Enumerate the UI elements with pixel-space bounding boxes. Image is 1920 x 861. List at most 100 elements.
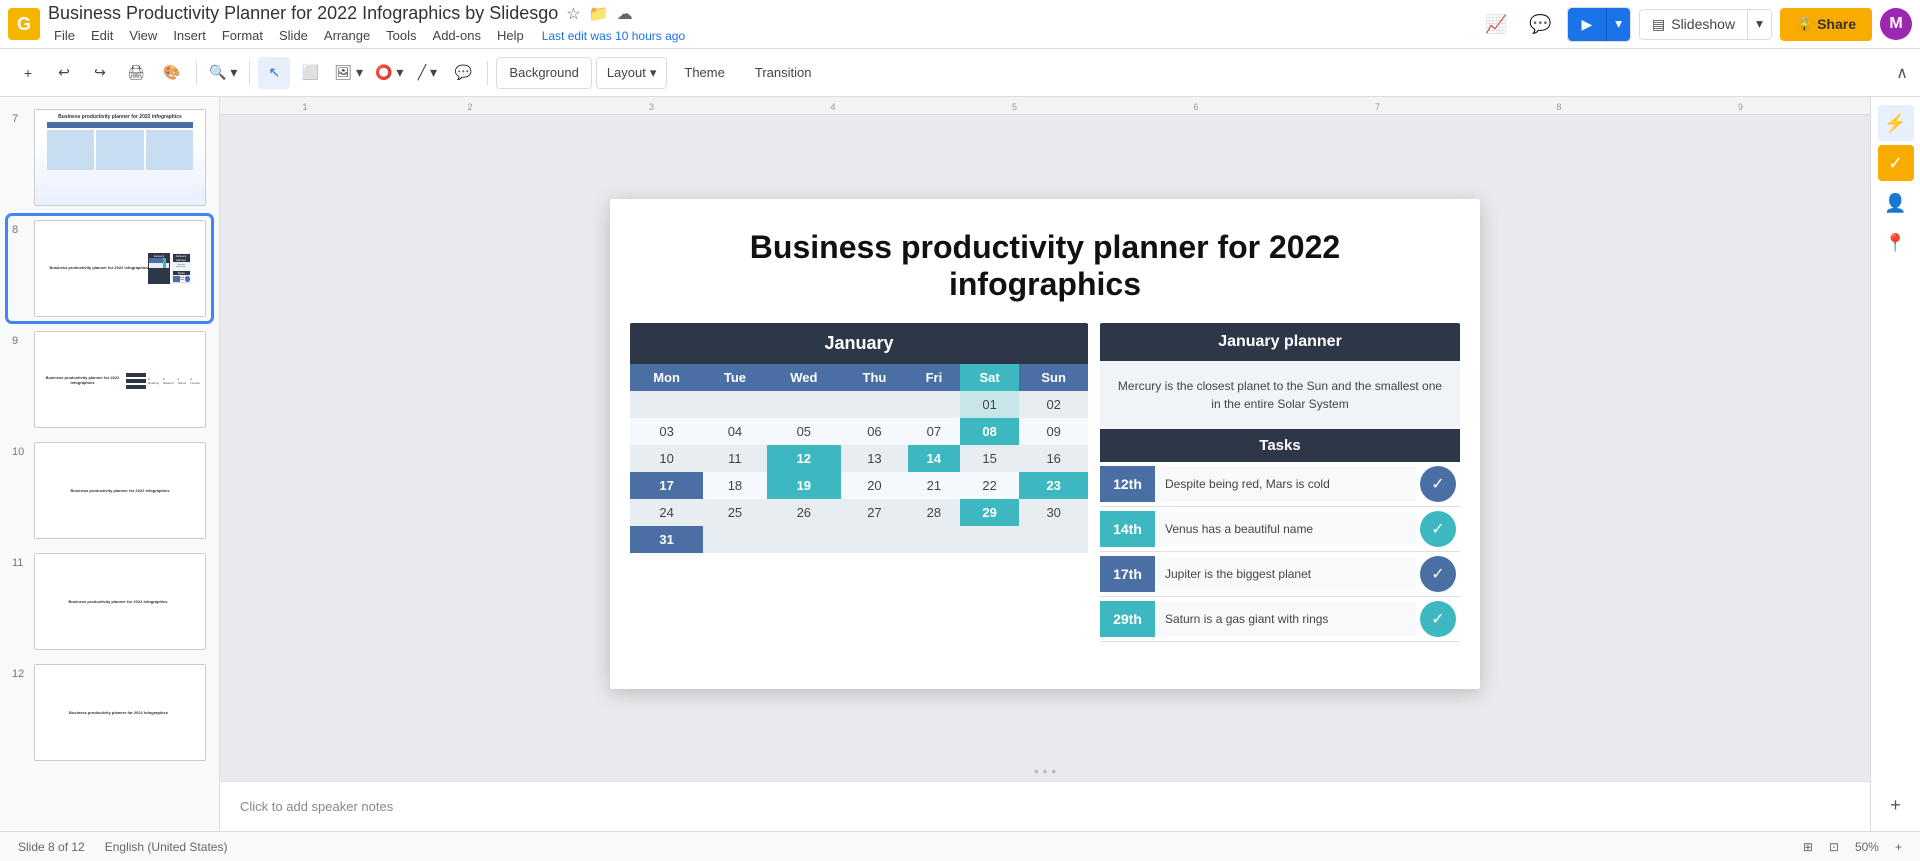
slide-thumb-11[interactable]: 11 Business productivity planner for 202…: [8, 549, 211, 654]
trending-icon-btn[interactable]: 📈: [1479, 6, 1515, 42]
present-dropdown[interactable]: ▾: [1606, 8, 1630, 41]
transition-button[interactable]: Transition: [742, 57, 825, 89]
slide-preview-12: Business productivity planner for 2022 i…: [34, 664, 206, 761]
grid-view-btn[interactable]: ⊞: [1797, 838, 1819, 856]
task-check-12: ✓: [1420, 466, 1456, 502]
right-panel-btn-3[interactable]: 👤: [1878, 185, 1914, 221]
menu-slide[interactable]: Slide: [273, 26, 314, 45]
slideshow-label: ▤ Slideshow: [1640, 10, 1747, 39]
slideshow-text: Slideshow: [1671, 16, 1735, 32]
slide-thumb-10[interactable]: 10 Business productivity planner for 202…: [8, 438, 211, 543]
image-button[interactable]: 🖼 ▾: [330, 57, 367, 89]
star-icon[interactable]: ☆: [566, 4, 580, 24]
cal-cell: [1019, 526, 1088, 553]
doc-title: Business Productivity Planner for 2022 I…: [48, 3, 1471, 24]
cal-cell: [841, 391, 908, 418]
redo-button[interactable]: ↪: [84, 57, 116, 89]
menu-file[interactable]: File: [48, 26, 81, 45]
right-panel: ⚡ ✓ 👤 📍 +: [1870, 97, 1920, 831]
slide-num-7: 7: [12, 109, 28, 125]
cal-cell: [703, 391, 767, 418]
cal-cell-11: 11: [703, 445, 767, 472]
cal-row-2: 03 04 05 06 07 08 09: [630, 418, 1088, 445]
bottom-bar: Slide 8 of 12 English (United States) ⊞ …: [0, 831, 1920, 861]
slide-thumb-9[interactable]: 9 Business productivity planner for 2022…: [8, 327, 211, 432]
right-panel-add[interactable]: +: [1878, 787, 1914, 823]
menu-tools[interactable]: Tools: [380, 26, 422, 45]
comment-icon-btn[interactable]: 💬: [1523, 6, 1559, 42]
layout-button[interactable]: Layout ▾: [596, 57, 668, 89]
menu-help[interactable]: Help: [491, 26, 530, 45]
right-panel-btn-1[interactable]: ⚡: [1878, 105, 1914, 141]
menu-bar: File Edit View Insert Format Slide Arran…: [48, 26, 1471, 45]
menu-format[interactable]: Format: [216, 26, 269, 45]
bottom-right: ⊞ ⊡ 50% +: [1797, 838, 1908, 856]
menu-edit[interactable]: Edit: [85, 26, 119, 45]
shapes-button[interactable]: ⭕ ▾: [371, 57, 407, 89]
right-panel-btn-2[interactable]: ✓: [1878, 145, 1914, 181]
add-button[interactable]: +: [12, 57, 44, 89]
cloud-icon[interactable]: ☁: [617, 4, 633, 24]
folder-icon[interactable]: 📁: [589, 4, 609, 24]
cal-cell: [630, 391, 703, 418]
zoom-in-btn[interactable]: +: [1889, 838, 1908, 856]
last-edit: Last edit was 10 hours ago: [542, 29, 685, 43]
slide-preview-7: Business productivity planner for 2022 i…: [34, 109, 206, 206]
undo-button[interactable]: ↩: [48, 57, 80, 89]
slide-thumb-7[interactable]: 7 Business productivity planner for 2022…: [8, 105, 211, 210]
cal-cell: [767, 526, 841, 553]
slideshow-dropdown[interactable]: ▾: [1747, 10, 1771, 39]
toolbar-collapse-button[interactable]: ∧: [1896, 63, 1908, 83]
present-button[interactable]: ▶: [1568, 8, 1607, 41]
user-avatar[interactable]: M: [1880, 8, 1912, 40]
select-frame-button[interactable]: ⬜: [294, 57, 326, 89]
line-button[interactable]: ╱ ▾: [411, 57, 443, 89]
menu-addons[interactable]: Add-ons: [427, 26, 487, 45]
app-logo[interactable]: G: [8, 8, 40, 40]
cal-cell-13: 13: [841, 445, 908, 472]
theme-button[interactable]: Theme: [671, 57, 737, 89]
zoom-level[interactable]: 50%: [1849, 838, 1885, 856]
cursor-button[interactable]: ↖: [258, 57, 290, 89]
right-panel-add-btn[interactable]: +: [1878, 787, 1914, 823]
slide-num-10: 10: [12, 442, 28, 458]
slide[interactable]: Business productivity planner for 2022 i…: [610, 199, 1480, 689]
cal-cell-25: 25: [703, 499, 767, 526]
present-icon: ▶: [1582, 16, 1593, 33]
print-button[interactable]: 🖨: [120, 57, 152, 89]
cal-cell-09: 09: [1019, 418, 1088, 445]
cal-cell-14: 14: [908, 445, 960, 472]
share-button[interactable]: 🔒 Share: [1780, 8, 1872, 41]
notes-dots: • • •: [220, 763, 1870, 779]
task-row-14: 14th Venus has a beautiful name ✓: [1100, 507, 1460, 552]
language-btn[interactable]: English (United States): [99, 838, 234, 856]
zoom-button[interactable]: 🔍 ▾: [205, 57, 241, 89]
comment-toolbar-button[interactable]: 💬: [447, 57, 479, 89]
cal-cell-02: 02: [1019, 391, 1088, 418]
cal-cell-20: 20: [841, 472, 908, 499]
cal-cell-16: 16: [1019, 445, 1088, 472]
cal-day-sun: Sun: [1019, 364, 1088, 391]
planner-header: January planner: [1100, 323, 1460, 361]
slide-thumb-12[interactable]: 12 Business productivity planner for 202…: [8, 660, 211, 765]
background-button[interactable]: Background: [496, 57, 591, 89]
cal-row-1: 01 02: [630, 391, 1088, 418]
cal-day-tue: Tue: [703, 364, 767, 391]
calendar-table: Mon Tue Wed Thu Fri Sat Sun: [630, 364, 1088, 553]
fit-btn[interactable]: ⊡: [1823, 838, 1845, 856]
cal-cell-24: 24: [630, 499, 703, 526]
notes-placeholder: Click to add speaker notes: [240, 799, 393, 814]
top-bar: G Business Productivity Planner for 2022…: [0, 0, 1920, 49]
notes-area[interactable]: Click to add speaker notes: [220, 781, 1870, 831]
menu-arrange[interactable]: Arrange: [318, 26, 376, 45]
paint-button[interactable]: 🎨: [156, 57, 188, 89]
slide-thumb-8[interactable]: 8 Business productivity planner for 2022…: [8, 216, 211, 321]
cal-cell-03: 03: [630, 418, 703, 445]
menu-view[interactable]: View: [123, 26, 163, 45]
cal-cell-04: 04: [703, 418, 767, 445]
slide-preview-8: Business productivity planner for 2022 i…: [34, 220, 206, 317]
right-panel-btn-4[interactable]: 📍: [1878, 225, 1914, 261]
cal-day-mon: Mon: [630, 364, 703, 391]
menu-insert[interactable]: Insert: [167, 26, 212, 45]
task-check-14: ✓: [1420, 511, 1456, 547]
